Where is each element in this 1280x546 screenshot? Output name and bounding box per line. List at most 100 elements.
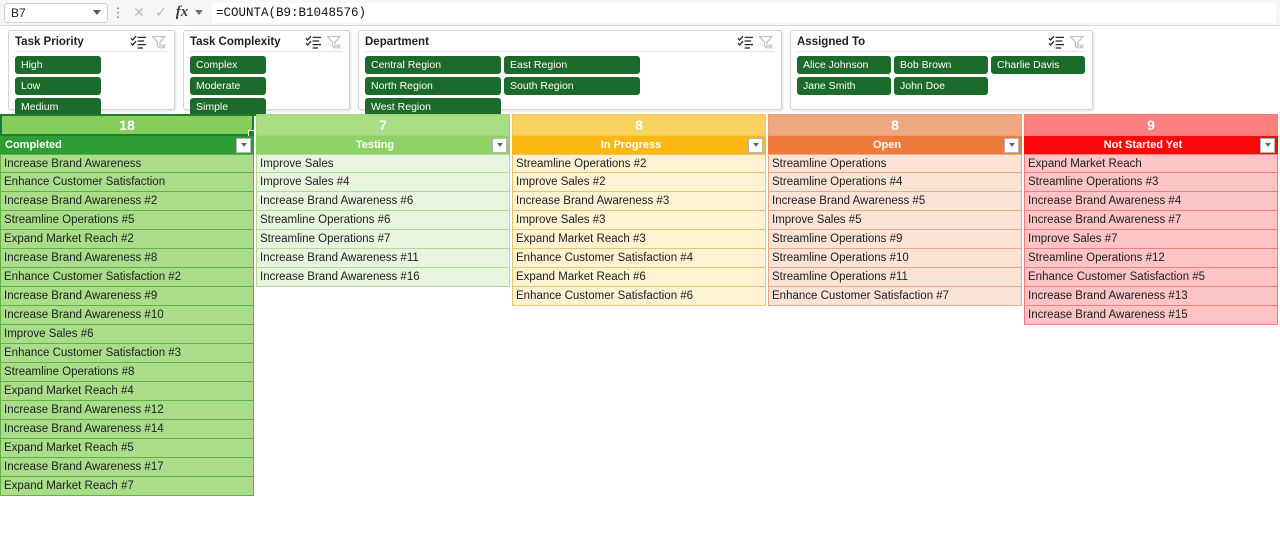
- task-card[interactable]: Increase Brand Awareness: [0, 154, 254, 173]
- task-card[interactable]: Enhance Customer Satisfaction: [0, 173, 254, 192]
- column-header: In Progress: [512, 136, 766, 154]
- task-card[interactable]: Increase Brand Awareness #4: [1024, 192, 1278, 211]
- multi-select-button[interactable]: [304, 35, 322, 50]
- task-card[interactable]: Improve Sales #7: [1024, 230, 1278, 249]
- task-card[interactable]: Increase Brand Awareness #17: [0, 458, 254, 477]
- clear-filter-button[interactable]: [150, 35, 168, 50]
- task-card[interactable]: Improve Sales #6: [0, 325, 254, 344]
- formula-expand-icon[interactable]: [192, 10, 206, 15]
- slicer-task-priority: Task Priority High Low Medium: [8, 30, 175, 116]
- task-card[interactable]: Increase Brand Awareness #14: [0, 420, 254, 439]
- task-card[interactable]: Improve Sales #3: [512, 211, 766, 230]
- slicer-item[interactable]: East Region: [504, 56, 640, 74]
- slicer-item[interactable]: Alice Johnson: [797, 56, 891, 74]
- task-card[interactable]: Streamline Operations #7: [256, 230, 510, 249]
- formula-input[interactable]: =COUNTA(B9:B1048576): [212, 2, 1276, 23]
- task-card[interactable]: Improve Sales #5: [768, 211, 1022, 230]
- task-card[interactable]: Streamline Operations #2: [512, 154, 766, 173]
- column-count[interactable]: 18: [0, 114, 255, 137]
- multi-select-button[interactable]: [736, 35, 754, 50]
- task-card[interactable]: Expand Market Reach #5: [0, 439, 254, 458]
- task-card[interactable]: Streamline Operations #6: [256, 211, 510, 230]
- task-card[interactable]: Increase Brand Awareness #15: [1024, 306, 1278, 325]
- task-card[interactable]: Increase Brand Awareness #10: [0, 306, 254, 325]
- task-card[interactable]: Increase Brand Awareness #6: [256, 192, 510, 211]
- task-card[interactable]: Streamline Operations #11: [768, 268, 1022, 287]
- name-box-value: B7: [11, 5, 26, 20]
- task-card[interactable]: Increase Brand Awareness #7: [1024, 211, 1278, 230]
- column-count[interactable]: 9: [1024, 114, 1278, 136]
- task-card[interactable]: Expand Market Reach: [1024, 154, 1278, 173]
- insert-function-icon[interactable]: fx: [172, 2, 192, 24]
- task-card[interactable]: Expand Market Reach #7: [0, 477, 254, 496]
- clear-filter-icon: [1069, 35, 1084, 49]
- task-card[interactable]: Enhance Customer Satisfaction #7: [768, 287, 1022, 306]
- task-card[interactable]: Increase Brand Awareness #3: [512, 192, 766, 211]
- column-filter-dropdown[interactable]: [236, 137, 251, 153]
- multi-select-button[interactable]: [1047, 35, 1065, 50]
- task-card[interactable]: Streamline Operations #12: [1024, 249, 1278, 268]
- task-card[interactable]: Streamline Operations #5: [0, 211, 254, 230]
- task-card[interactable]: Streamline Operations #9: [768, 230, 1022, 249]
- task-card[interactable]: Increase Brand Awareness #16: [256, 268, 510, 287]
- task-card[interactable]: Streamline Operations #8: [0, 363, 254, 382]
- clear-filter-button[interactable]: [325, 35, 343, 50]
- chevron-down-icon[interactable]: [93, 10, 101, 15]
- task-card[interactable]: Enhance Customer Satisfaction #5: [1024, 268, 1278, 287]
- slicer-title: Task Complexity: [190, 36, 281, 48]
- task-card[interactable]: Improve Sales #4: [256, 173, 510, 192]
- slicer-item[interactable]: Jane Smith: [797, 77, 891, 95]
- task-card[interactable]: Increase Brand Awareness #11: [256, 249, 510, 268]
- task-card[interactable]: Streamline Operations #10: [768, 249, 1022, 268]
- more-options-icon[interactable]: ⋮: [111, 6, 125, 19]
- slicer-department: Department Central Region East Region Nort…: [358, 30, 782, 116]
- task-card[interactable]: Improve Sales #2: [512, 173, 766, 192]
- confirm-icon[interactable]: ✓: [150, 2, 172, 24]
- clear-filter-button[interactable]: [1068, 35, 1086, 50]
- task-card[interactable]: Enhance Customer Satisfaction #6: [512, 287, 766, 306]
- slicer-item[interactable]: John Doe: [894, 77, 988, 95]
- slicer-items: Complex Moderate Simple: [190, 56, 343, 116]
- task-card[interactable]: Increase Brand Awareness #5: [768, 192, 1022, 211]
- slicer-item[interactable]: Central Region: [365, 56, 501, 74]
- task-card[interactable]: Streamline Operations #3: [1024, 173, 1278, 192]
- column-count[interactable]: 7: [256, 114, 510, 136]
- task-card[interactable]: Expand Market Reach #2: [0, 230, 254, 249]
- board-column-not-started-yet: 9 Not Started Yet Expand Market Reach Stre…: [1024, 114, 1278, 325]
- cancel-icon[interactable]: ✕: [128, 2, 150, 24]
- column-filter-dropdown[interactable]: [1004, 137, 1019, 153]
- slicer-item[interactable]: High: [15, 56, 101, 74]
- task-card[interactable]: Increase Brand Awareness #9: [0, 287, 254, 306]
- task-card[interactable]: Streamline Operations #4: [768, 173, 1022, 192]
- task-card[interactable]: Improve Sales: [256, 154, 510, 173]
- clear-filter-button[interactable]: [757, 35, 775, 50]
- task-card[interactable]: Enhance Customer Satisfaction #3: [0, 344, 254, 363]
- slicer-items: Central Region East Region North Region Sou…: [365, 56, 775, 116]
- slicer-item[interactable]: South Region: [504, 77, 640, 95]
- task-card[interactable]: Expand Market Reach #3: [512, 230, 766, 249]
- slicer-header: Department: [365, 35, 775, 52]
- board-column-testing: 7 Testing Improve Sales Improve Sales #4 In…: [256, 114, 510, 287]
- task-card[interactable]: Expand Market Reach #4: [0, 382, 254, 401]
- slicer-item[interactable]: Low: [15, 77, 101, 95]
- column-filter-dropdown[interactable]: [492, 137, 507, 153]
- column-filter-dropdown[interactable]: [748, 137, 763, 153]
- column-filter-dropdown[interactable]: [1260, 137, 1275, 153]
- task-card[interactable]: Enhance Customer Satisfaction #2: [0, 268, 254, 287]
- column-count[interactable]: 8: [768, 114, 1022, 136]
- task-card[interactable]: Streamline Operations: [768, 154, 1022, 173]
- multi-select-button[interactable]: [129, 35, 147, 50]
- slicer-item[interactable]: Bob Brown: [894, 56, 988, 74]
- slicer-item[interactable]: Moderate: [190, 77, 266, 95]
- slicer-item[interactable]: North Region: [365, 77, 501, 95]
- name-box[interactable]: B7: [4, 2, 108, 23]
- task-card[interactable]: Increase Brand Awareness #12: [0, 401, 254, 420]
- task-card[interactable]: Increase Brand Awareness #2: [0, 192, 254, 211]
- task-card[interactable]: Enhance Customer Satisfaction #4: [512, 249, 766, 268]
- task-card[interactable]: Increase Brand Awareness #8: [0, 249, 254, 268]
- task-card[interactable]: Expand Market Reach #6: [512, 268, 766, 287]
- slicer-item[interactable]: Charlie Davis: [991, 56, 1085, 74]
- task-card[interactable]: Increase Brand Awareness #13: [1024, 287, 1278, 306]
- slicer-item[interactable]: Complex: [190, 56, 266, 74]
- column-count[interactable]: 8: [512, 114, 766, 136]
